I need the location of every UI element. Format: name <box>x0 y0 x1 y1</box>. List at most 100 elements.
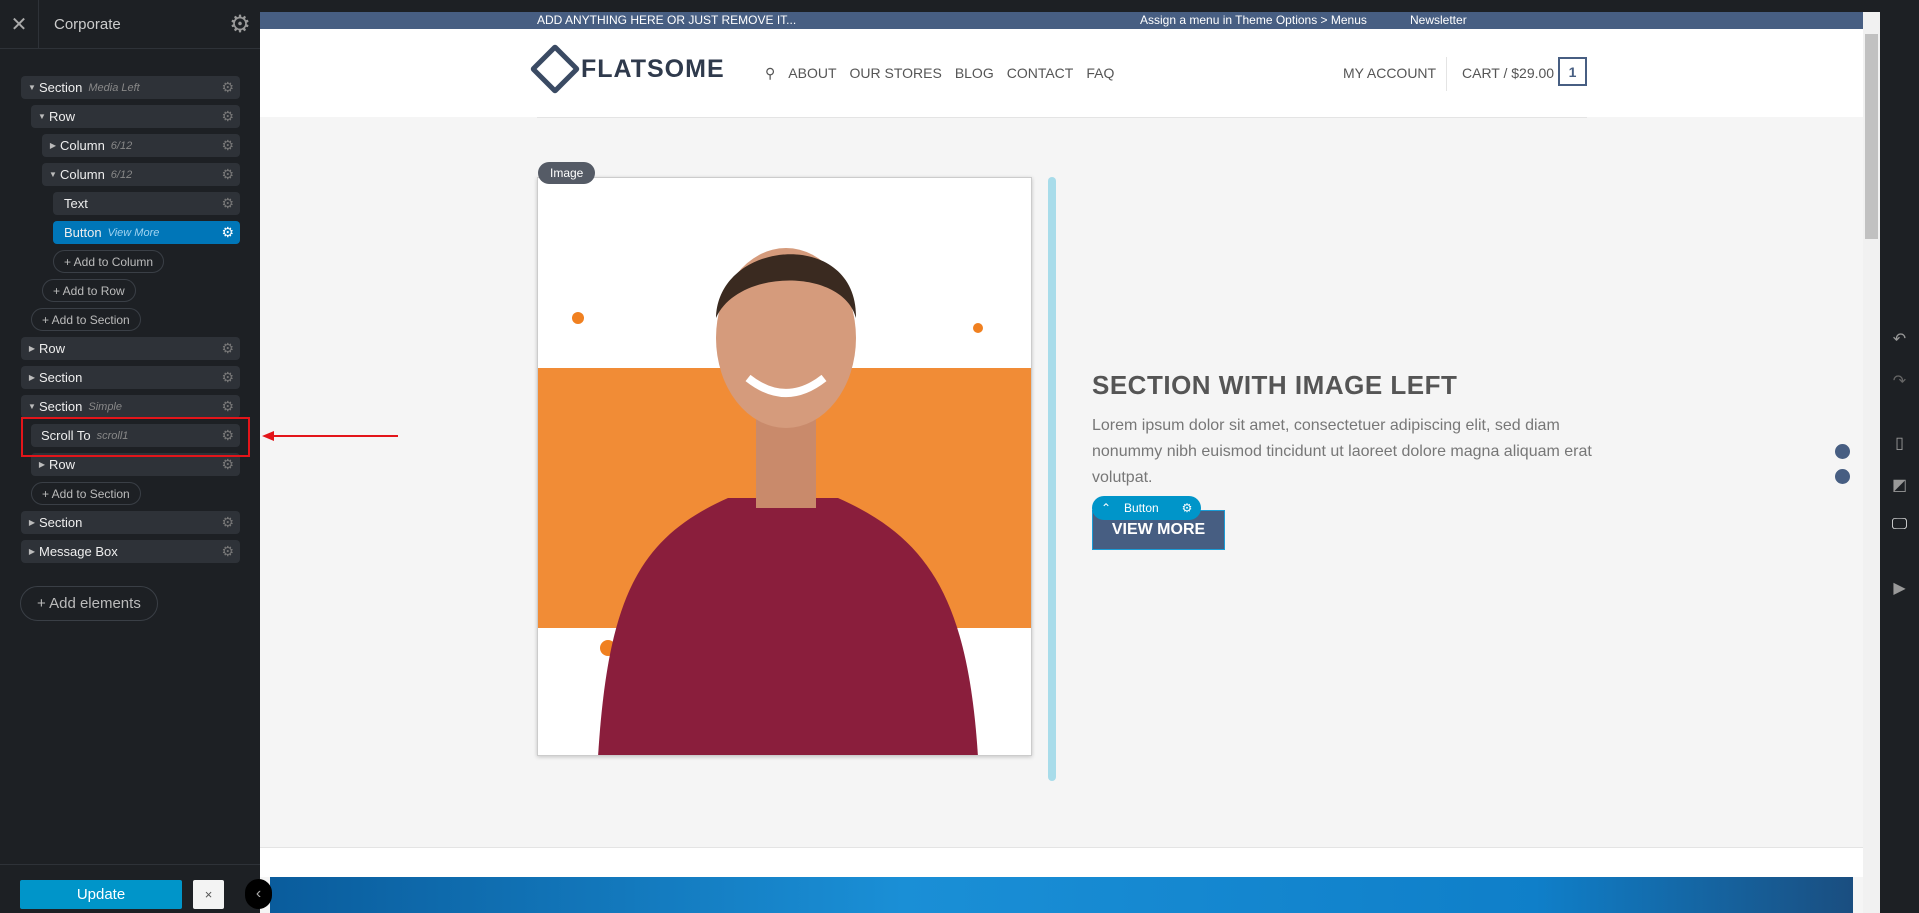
tree-item-text[interactable]: Text ⚙ <box>53 192 240 215</box>
caret-right-icon[interactable]: ▶ <box>25 344 39 353</box>
gear-icon[interactable]: ⚙ <box>221 224 234 241</box>
tree-label: Column <box>60 167 105 182</box>
gear-icon[interactable]: ⚙ <box>1173 501 1201 515</box>
tree-label: Section <box>39 370 83 385</box>
gear-icon[interactable]: ⚙ <box>221 514 234 531</box>
tree-item-section-simple[interactable]: ▼ Section Simple ⚙ <box>21 395 240 418</box>
section-nav-dot[interactable] <box>1835 469 1850 484</box>
caret-right-icon[interactable]: ▶ <box>25 373 39 382</box>
main-nav: ⚲ ABOUT OUR STORES BLOG CONTACT FAQ <box>765 65 1114 82</box>
tree-item-column[interactable]: ▶ Column 6/12 ⚙ <box>42 134 240 157</box>
close-icon[interactable]: ✕ <box>0 0 39 49</box>
gear-icon[interactable]: ⚙ <box>221 398 234 415</box>
tree-label: Message Box <box>39 544 118 559</box>
nav-about[interactable]: ABOUT <box>788 65 836 82</box>
gear-icon[interactable]: ⚙ <box>221 79 234 96</box>
column-resize-handle[interactable] <box>1048 177 1056 781</box>
add-to-section-button[interactable]: + Add to Section <box>31 308 141 331</box>
scrollbar-thumb[interactable] <box>1865 34 1878 239</box>
tree-sublabel: 6/12 <box>110 139 133 152</box>
mobile-view-icon[interactable]: ▯ <box>1880 433 1919 453</box>
caret-right-icon[interactable]: ▶ <box>25 547 39 556</box>
man-photo <box>538 248 1031 755</box>
next-section <box>260 847 1863 877</box>
section-image[interactable] <box>537 177 1032 756</box>
logo-text: FLATSOME <box>581 54 725 83</box>
tree-label: Column <box>60 138 105 153</box>
image-element-tag[interactable]: Image <box>538 162 596 184</box>
gear-icon[interactable]: ⚙ <box>221 137 234 154</box>
section-heading: SECTION WITH IMAGE LEFT <box>1092 370 1458 400</box>
nav-blog[interactable]: BLOG <box>955 65 994 82</box>
preview-play-icon[interactable]: ▶ <box>1880 578 1919 598</box>
gear-icon[interactable]: ⚙ <box>221 369 234 386</box>
gear-icon[interactable]: ⚙ <box>220 10 260 39</box>
collapse-sidebar-button[interactable]: ‹ <box>245 879 272 909</box>
tree-item-row[interactable]: ▶ Row ⚙ <box>21 337 240 360</box>
button-element-tag[interactable]: ⌃ Button ⚙ <box>1092 496 1201 520</box>
add-to-column-button[interactable]: + Add to Column <box>53 250 165 273</box>
site-topbar: ADD ANYTHING HERE OR JUST REMOVE IT... A… <box>260 12 1863 29</box>
tree-label: Row <box>49 457 76 472</box>
cart-count-icon[interactable]: 1 <box>1558 57 1587 86</box>
caret-down-icon[interactable]: ▼ <box>25 402 39 411</box>
page-title: Corporate <box>54 15 121 33</box>
tree-item-column[interactable]: ▼ Column 6/12 ⚙ <box>42 163 240 186</box>
gear-icon[interactable]: ⚙ <box>221 195 234 212</box>
tree-sublabel: View More <box>107 226 160 239</box>
chevron-up-icon[interactable]: ⌃ <box>1092 501 1120 515</box>
desktop-view-icon[interactable]: 🖵 <box>1880 516 1919 534</box>
nav-contact[interactable]: CONTACT <box>1007 65 1074 82</box>
cart-link[interactable]: CART / $29.00 <box>1462 65 1554 81</box>
logo-mark-icon <box>529 43 581 95</box>
tree-label: Section <box>39 399 83 414</box>
undo-icon[interactable]: ↶ <box>1880 329 1919 349</box>
add-to-section-button[interactable]: + Add to Section <box>31 482 141 505</box>
my-account-link[interactable]: MY ACCOUNT <box>1343 65 1436 81</box>
gear-icon[interactable]: ⚙ <box>221 456 234 473</box>
caret-down-icon[interactable]: ▼ <box>46 170 60 179</box>
divider <box>1446 57 1447 91</box>
nav-our-stores[interactable]: OUR STORES <box>850 65 942 82</box>
tree-item-message-box[interactable]: ▶ Message Box ⚙ <box>21 540 240 563</box>
caret-right-icon[interactable]: ▶ <box>46 141 60 150</box>
gear-icon[interactable]: ⚙ <box>221 543 234 560</box>
caret-right-icon[interactable]: ▶ <box>25 518 39 527</box>
tree-item-row[interactable]: ▼ Row ⚙ <box>31 105 240 128</box>
button-tag-label: Button <box>1124 501 1159 515</box>
gear-icon[interactable]: ⚙ <box>221 166 234 183</box>
tree-item-section[interactable]: ▶ Section ⚙ <box>21 366 240 389</box>
tree-label: Button <box>64 225 102 240</box>
tree-label: Section <box>39 515 83 530</box>
add-elements-button[interactable]: + Add elements <box>20 586 158 621</box>
caret-right-icon[interactable]: ▶ <box>35 460 49 469</box>
redo-icon[interactable]: ↷ <box>1880 371 1919 391</box>
sidebar-header: ✕ Corporate ⚙ <box>0 0 260 49</box>
search-icon[interactable]: ⚲ <box>765 65 775 82</box>
tablet-view-icon[interactable]: ◩ <box>1880 475 1919 495</box>
tree-label: Text <box>64 196 88 211</box>
gear-icon[interactable]: ⚙ <box>221 340 234 357</box>
nav-faq[interactable]: FAQ <box>1086 65 1114 82</box>
builder-sidebar: ✕ Corporate ⚙ ▼ Section Media Left ⚙ ▼ Row ⚙ … <box>0 0 260 913</box>
tree-item-section[interactable]: ▶ Section ⚙ <box>21 511 240 534</box>
add-to-row-button[interactable]: + Add to Row <box>42 279 136 302</box>
topbar-menu-hint[interactable]: Assign a menu in Theme Options > Menus <box>1140 13 1367 28</box>
preview-scrollbar[interactable] <box>1863 12 1880 913</box>
caret-down-icon[interactable]: ▼ <box>35 112 49 121</box>
section-nav-dot[interactable] <box>1835 444 1850 459</box>
tree-item-section-media-left[interactable]: ▼ Section Media Left ⚙ <box>21 76 240 99</box>
discard-button[interactable]: × <box>193 880 224 909</box>
highlight-annotation-box <box>21 417 250 457</box>
annotation-arrow-icon <box>262 431 398 441</box>
tree-item-button-active[interactable]: Button View More ⚙ <box>53 221 240 244</box>
page-preview: ADD ANYTHING HERE OR JUST REMOVE IT... A… <box>260 12 1863 913</box>
gear-icon[interactable]: ⚙ <box>221 108 234 125</box>
newsletter-link[interactable]: Newsletter <box>1410 13 1467 28</box>
topbar-text: ADD ANYTHING HERE OR JUST REMOVE IT... <box>537 13 797 27</box>
city-banner-image <box>270 877 1853 913</box>
caret-down-icon[interactable]: ▼ <box>25 83 39 92</box>
site-logo[interactable]: FLATSOME <box>529 43 725 95</box>
tree-sublabel: Simple <box>88 400 122 413</box>
update-button[interactable]: Update <box>20 880 182 909</box>
